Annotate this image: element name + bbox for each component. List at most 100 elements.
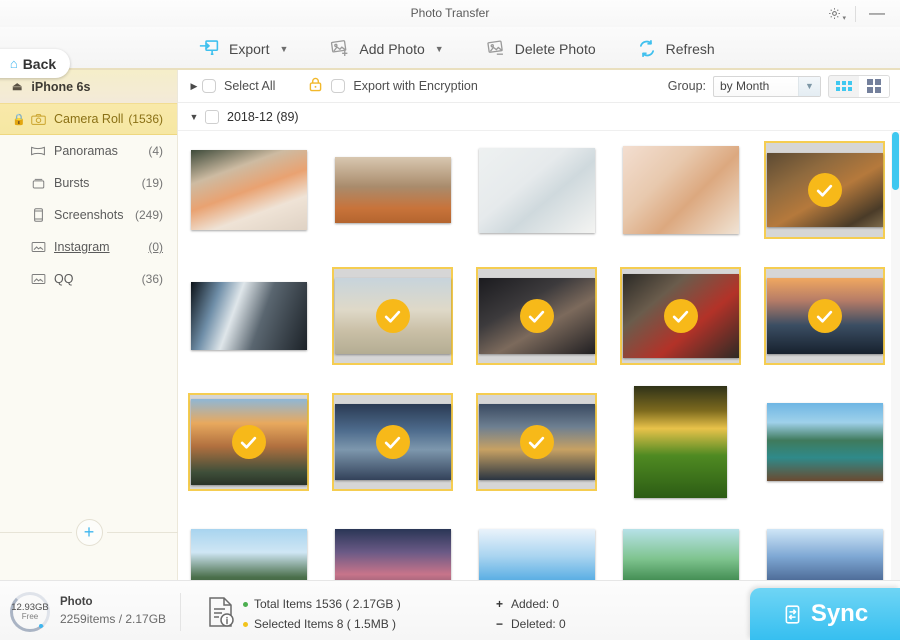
photo-thumbnail[interactable]	[479, 529, 595, 580]
plus-icon: +	[84, 523, 95, 541]
export-label: Export	[229, 41, 269, 57]
photo-cell[interactable]	[764, 393, 885, 491]
sync-button[interactable]: Sync	[750, 588, 900, 640]
document-info-icon	[207, 596, 235, 633]
add-album-button[interactable]: +	[76, 519, 103, 546]
photo-cell[interactable]	[620, 393, 741, 491]
selected-check-badge[interactable]	[664, 299, 698, 333]
delete-photo-icon	[484, 38, 507, 59]
vertical-scrollbar[interactable]	[891, 132, 900, 580]
photo-cell[interactable]	[620, 141, 741, 239]
deleted-row: − Deleted: 0	[496, 617, 566, 631]
chevron-down-icon: ▼	[435, 44, 444, 54]
back-button[interactable]: ⌂ Back	[0, 49, 70, 78]
photo-cell[interactable]	[620, 519, 741, 580]
photo-cell[interactable]	[476, 519, 597, 580]
settings-button[interactable]: ▾	[819, 2, 849, 26]
expand-all-icon[interactable]: ▶	[186, 81, 202, 92]
group-checkbox[interactable]	[205, 110, 219, 124]
sidebar-item-label: Instagram	[50, 240, 148, 254]
photo-cell[interactable]	[188, 519, 309, 580]
grid-small-icon	[836, 81, 852, 91]
add-photo-icon	[328, 38, 351, 59]
selected-items-label: Selected Items 8 ( 1.5MB )	[254, 617, 396, 631]
photo-thumbnail[interactable]	[191, 282, 307, 350]
sidebar-item-qq[interactable]: QQ (36)	[0, 263, 177, 295]
photo-thumbnail[interactable]	[623, 529, 739, 580]
photo-thumbnail[interactable]	[479, 148, 595, 233]
sidebar-item-count: (4)	[148, 144, 177, 158]
photo-cell[interactable]	[188, 393, 309, 491]
photo-cell[interactable]	[476, 267, 597, 365]
sidebar-item-bursts[interactable]: Bursts (19)	[0, 167, 177, 199]
sidebar-item-count: (19)	[142, 176, 177, 190]
view-small-button[interactable]	[829, 76, 859, 97]
select-all-checkbox[interactable]	[202, 79, 216, 93]
photo-thumbnail[interactable]	[191, 150, 307, 230]
refresh-button[interactable]: Refresh	[616, 27, 735, 70]
photo-cell[interactable]	[764, 267, 885, 365]
camera-icon	[26, 113, 50, 126]
scrollbar-thumb[interactable]	[892, 132, 899, 190]
home-icon: ⌂	[10, 57, 18, 70]
photo-grid-scroll[interactable]	[178, 132, 900, 580]
storage-dot	[39, 624, 43, 628]
photo-thumbnail[interactable]	[623, 146, 739, 234]
photo-thumbnail[interactable]	[767, 529, 883, 580]
photo-cell[interactable]	[332, 519, 453, 580]
device-name: iPhone 6s	[31, 80, 90, 94]
photo-cell[interactable]	[332, 141, 453, 239]
selected-check-badge[interactable]	[232, 425, 266, 459]
selected-check-badge[interactable]	[808, 173, 842, 207]
photo-cell[interactable]	[332, 393, 453, 491]
selected-check-badge[interactable]	[520, 299, 554, 333]
grid-large-icon	[867, 79, 881, 93]
group-header-row[interactable]: ▼ 2018-12 (89)	[178, 103, 900, 131]
check-icon	[239, 433, 258, 452]
export-encryption-checkbox[interactable]	[331, 79, 345, 93]
selected-check-badge[interactable]	[520, 425, 554, 459]
sidebar-item-screenshots[interactable]: Screenshots (249)	[0, 199, 177, 231]
add-photo-label: Add Photo	[359, 41, 424, 57]
group-header-label: 2018-12 (89)	[227, 110, 299, 124]
delete-photo-button[interactable]: Delete Photo	[464, 27, 616, 70]
collapse-group-icon[interactable]: ▼	[186, 112, 202, 122]
photo-thumbnail[interactable]	[335, 157, 451, 223]
sidebar-item-instagram[interactable]: Instagram (0)	[0, 231, 177, 263]
photo-thumbnail[interactable]	[335, 529, 451, 580]
photo-thumbnail[interactable]	[191, 529, 307, 580]
items-summary: Total Items 1536 ( 2.17GB ) Selected Ite…	[243, 597, 401, 637]
group-select[interactable]: by Month ▼	[713, 76, 821, 97]
photo-cell[interactable]	[764, 519, 885, 580]
selected-check-badge[interactable]	[808, 299, 842, 333]
photo-cell[interactable]	[188, 141, 309, 239]
total-items-dot	[243, 602, 248, 607]
sidebar-item-panoramas[interactable]: Panoramas (4)	[0, 135, 177, 167]
sidebar-item-label: Bursts	[50, 176, 142, 190]
photo-cell[interactable]	[476, 141, 597, 239]
selected-check-badge[interactable]	[376, 425, 410, 459]
view-toggle	[828, 75, 890, 98]
sidebar-item-label: Camera Roll	[50, 112, 128, 126]
export-button[interactable]: Export ▼	[178, 27, 308, 70]
lock-icon	[309, 77, 322, 95]
selection-toolbar: ▶ Select All Export with Encryption Grou…	[178, 70, 900, 103]
photo-thumbnail[interactable]	[634, 386, 727, 498]
sidebar-item-camera-roll[interactable]: 🔒 Camera Roll (1536)	[0, 103, 177, 135]
photo-cell[interactable]	[620, 267, 741, 365]
storage-value: 12.93GB	[11, 603, 49, 613]
photo-thumbnail[interactable]	[767, 403, 883, 481]
deleted-label: Deleted: 0	[511, 617, 566, 631]
minimize-button[interactable]: —	[862, 2, 892, 26]
photo-cell[interactable]	[332, 267, 453, 365]
view-large-button[interactable]	[859, 76, 889, 97]
photo-cell[interactable]	[764, 141, 885, 239]
photo-cell[interactable]	[188, 267, 309, 365]
check-icon	[383, 307, 402, 326]
photo-grid	[178, 132, 900, 580]
photo-cell[interactable]	[476, 393, 597, 491]
eject-icon: ⏏	[12, 80, 22, 93]
add-photo-button[interactable]: Add Photo ▼	[308, 27, 463, 70]
back-label: Back	[23, 56, 56, 72]
selected-check-badge[interactable]	[376, 299, 410, 333]
